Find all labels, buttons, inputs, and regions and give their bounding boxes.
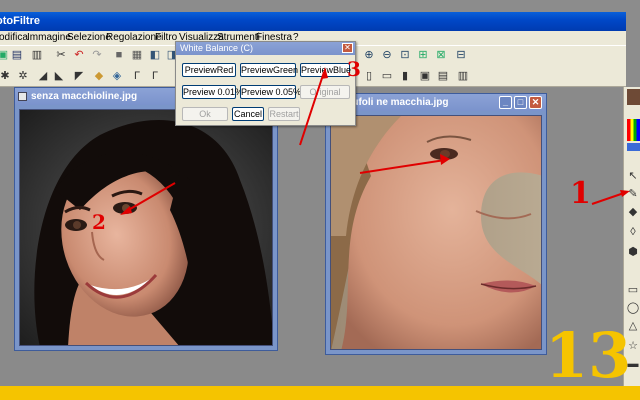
close-button[interactable]: ✕	[529, 96, 542, 109]
contrast-icon[interactable]: ◤	[72, 69, 86, 83]
redo-icon[interactable]: ↷	[90, 48, 104, 62]
image-canvas-left[interactable]	[19, 109, 273, 346]
document-titlebar-right[interactable]: za brufoli ne macchia.jpg _ □ ✕	[326, 94, 546, 111]
select-arrow-icon[interactable]: ↖	[626, 169, 640, 183]
foreground-color[interactable]	[627, 89, 640, 105]
copy-icon[interactable]: ■	[112, 48, 126, 62]
preview-005-button[interactable]: Preview 0.05%	[240, 85, 301, 99]
photofiltre-window: otoFiltre odifica Immagine Selezione Reg…	[0, 0, 640, 386]
ok-button[interactable]: Ok	[182, 107, 228, 121]
menu-regolazione[interactable]: Regolazione	[106, 32, 162, 43]
dialog-title: White Balance (C)	[180, 43, 254, 53]
zoom-fit-icon[interactable]: ⊡	[398, 48, 412, 62]
document-title-left: senza macchioline.jpg	[31, 91, 138, 102]
zoom-out-icon[interactable]: ⊖	[380, 48, 394, 62]
brightness-icon[interactable]: ◢	[36, 69, 50, 83]
sparkle-small-icon[interactable]: ✲	[16, 69, 30, 83]
save-icon[interactable]: ▤	[10, 48, 24, 62]
rectangle-icon[interactable]: ▭	[626, 283, 640, 297]
annotation-number-1: 1	[570, 176, 591, 211]
ellipse-icon[interactable]: ◯	[626, 301, 640, 315]
document-window-left[interactable]: senza macchioline.jpg	[14, 87, 278, 351]
flip-v-icon[interactable]: ▭	[380, 69, 394, 83]
swatch-scroll[interactable]	[627, 143, 640, 151]
full-screen-icon[interactable]: ⊠	[434, 48, 448, 62]
preview-green-button[interactable]: PreviewGreen	[240, 63, 298, 77]
preview-001-button[interactable]: Preview 0.01%	[182, 85, 243, 99]
new-icon[interactable]: ▣	[0, 48, 10, 62]
portrait-woman-profile	[331, 116, 541, 349]
menu-selezione[interactable]: Selezione	[67, 32, 111, 43]
pencil-icon[interactable]: ✎	[626, 187, 640, 201]
dialog-close-button[interactable]: ✕	[342, 43, 353, 53]
annotation-number-3: 3	[347, 57, 361, 81]
minimize-button[interactable]: _	[499, 96, 512, 109]
frame-icon[interactable]: ▣	[418, 69, 432, 83]
step-number: 13	[545, 319, 632, 392]
portrait-young-woman	[20, 110, 272, 345]
menu-filtro[interactable]: Filtro	[155, 32, 177, 43]
paste-icon[interactable]: ▦	[130, 48, 144, 62]
document-window-right[interactable]: za brufoli ne macchia.jpg _ □ ✕	[325, 93, 547, 355]
fit-window-icon[interactable]: ⊞	[416, 48, 430, 62]
gamma-down-icon[interactable]: Γ	[148, 69, 162, 83]
gamma-icon[interactable]: Γ	[130, 69, 144, 83]
brightness-down-icon[interactable]: ◣	[52, 69, 66, 83]
preview-blue-button[interactable]: PreviewBlue	[300, 63, 351, 77]
zoom-in-icon[interactable]: ⊕	[362, 48, 376, 62]
text-icon[interactable]: ▤	[436, 69, 450, 83]
original-button[interactable]: Original	[300, 85, 350, 99]
image-size-icon[interactable]: ◧	[148, 48, 162, 62]
menu-immagine[interactable]: Immagine	[27, 32, 71, 43]
maximize-button[interactable]: □	[514, 96, 527, 109]
undo-icon[interactable]: ↶	[72, 48, 86, 62]
cut-icon[interactable]: ✂	[54, 48, 68, 62]
fill-icon[interactable]: ◆	[626, 205, 640, 219]
annotation-number-2: 2	[92, 210, 106, 234]
saturation-icon[interactable]: ◆	[92, 69, 106, 83]
hue-icon[interactable]: ◈	[110, 69, 124, 83]
dialog-titlebar[interactable]: White Balance (C) ✕	[176, 42, 355, 55]
dropper-icon[interactable]: ◊	[626, 225, 640, 239]
sparkle-icon[interactable]: ✱	[0, 69, 12, 83]
rotate-icon[interactable]: ▮	[398, 69, 412, 83]
white-balance-dialog: White Balance (C) ✕ PreviewRed PreviewGr…	[175, 41, 356, 126]
app-titlebar: otoFiltre	[0, 12, 626, 31]
app-title: otoFiltre	[0, 15, 40, 27]
document-icon	[18, 92, 27, 101]
print-icon[interactable]: ▥	[30, 48, 44, 62]
export-icon[interactable]: ▥	[456, 69, 470, 83]
grid-icon[interactable]: ⊟	[454, 48, 468, 62]
preview-red-button[interactable]: PreviewRed	[182, 63, 236, 77]
image-canvas-right[interactable]	[330, 115, 542, 350]
cancel-button[interactable]: Cancel	[232, 107, 264, 121]
flip-h-icon[interactable]: ▯	[362, 69, 376, 83]
restart-button[interactable]: Restart	[268, 107, 300, 121]
menu-modifica[interactable]: odifica	[0, 32, 28, 43]
color-swatches[interactable]	[627, 119, 640, 141]
stamp-icon[interactable]: ⬢	[626, 245, 640, 259]
